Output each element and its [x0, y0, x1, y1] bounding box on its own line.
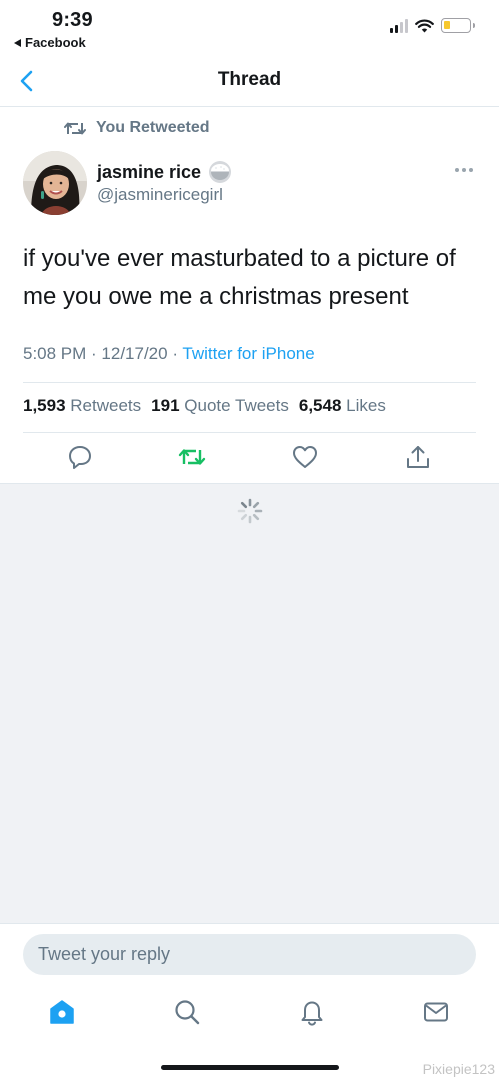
more-options-button[interactable] [455, 164, 475, 176]
divider [23, 382, 476, 383]
notifications-icon [301, 1001, 323, 1026]
user-handle[interactable]: @jasminericegirl [97, 185, 223, 205]
share-button[interactable] [404, 443, 432, 471]
home-indicator[interactable] [161, 1065, 339, 1070]
retweet-button[interactable] [178, 443, 206, 471]
user-name-text: jasmine rice [97, 161, 202, 182]
page-title: Thread [217, 69, 282, 90]
divider [23, 432, 476, 433]
wifi-icon [415, 19, 434, 32]
status-time: 9:39 [52, 9, 93, 31]
retweets-stat[interactable]: 1,593 Retweets [23, 396, 141, 416]
tweet-text: if you've ever masturbated to a picture … [23, 245, 456, 310]
home-icon [50, 1000, 74, 1024]
thread-header: Thread [0, 56, 499, 107]
reply-bar [0, 923, 499, 993]
like-icon [293, 446, 317, 468]
tweet-date: 12/17/20 [101, 344, 168, 363]
retweet-context-label: You Retweeted [96, 119, 210, 136]
tweet-stats: 1,593 Retweets 191 Quote Tweets 6,548 Li… [23, 396, 386, 416]
reply-input[interactable] [23, 934, 476, 975]
quote-tweets-stat[interactable]: 191 Quote Tweets [151, 396, 289, 416]
retweet-small-icon [64, 122, 86, 134]
back-to-app-link[interactable]: Facebook [14, 35, 86, 50]
tab-home[interactable] [47, 997, 77, 1027]
tab-search[interactable] [172, 997, 202, 1027]
tweet-source-link[interactable]: Twitter for iPhone [182, 344, 314, 363]
back-triangle-icon [14, 38, 21, 47]
watermark: Pixiepie123 [422, 1061, 495, 1077]
reply-button[interactable] [66, 443, 94, 471]
share-icon [407, 446, 429, 468]
tab-messages[interactable] [421, 997, 451, 1027]
loading-spinner-icon [237, 498, 263, 524]
status-indicators [390, 18, 475, 33]
status-bar: 9:39 Facebook [0, 0, 499, 56]
cellular-signal-icon [390, 18, 408, 33]
retweet-icon [178, 449, 206, 465]
search-icon [175, 1000, 200, 1025]
profile-photo [23, 151, 87, 215]
replies-area [0, 483, 499, 923]
tab-bar: Pixiepie123 [0, 993, 499, 1080]
battery-icon [441, 18, 475, 33]
reply-icon [69, 446, 91, 469]
tweet-timestamp: 5:08 PM · 12/17/20 · Twitter for iPhone [23, 344, 315, 363]
back-app-label: Facebook [25, 35, 86, 50]
tweet-actions [0, 443, 499, 475]
tweet-time: 5:08 PM [23, 344, 87, 363]
user-name[interactable]: jasmine rice [97, 160, 232, 184]
retweet-context: You Retweeted [64, 119, 210, 137]
more-dot-icon [455, 168, 459, 172]
avatar[interactable] [23, 151, 87, 215]
likes-stat[interactable]: 6,548 Likes [299, 396, 386, 416]
messages-icon [424, 1002, 448, 1022]
like-button[interactable] [291, 443, 319, 471]
rice-bowl-emoji-icon [209, 161, 232, 183]
tab-notifications[interactable] [297, 997, 327, 1027]
